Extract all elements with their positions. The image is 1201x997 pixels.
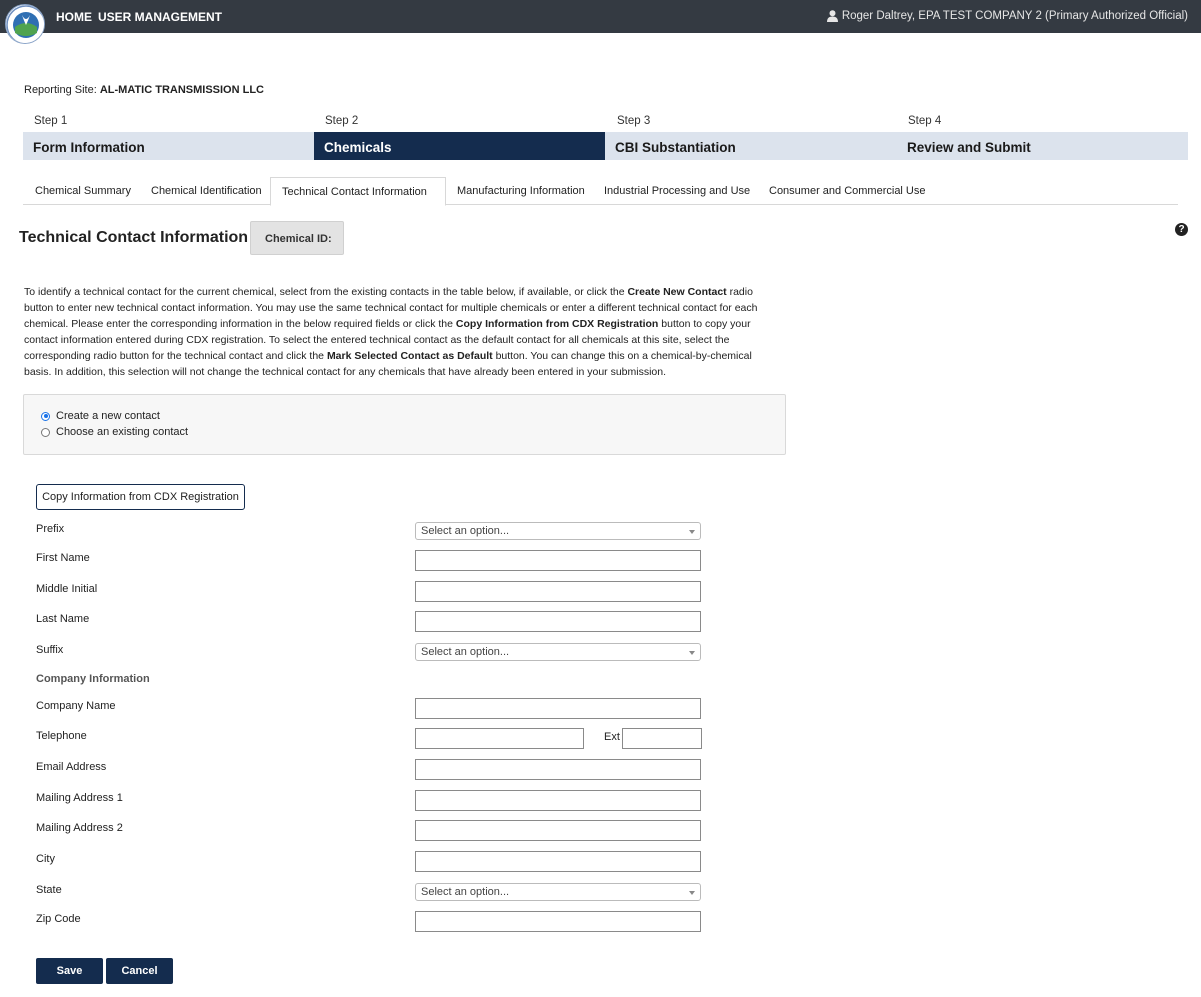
telephone-input[interactable] bbox=[415, 728, 584, 749]
step-cbi-substantiation[interactable]: CBI Substantiation bbox=[605, 132, 896, 160]
instructions-text: To identify a technical contact for the … bbox=[24, 284, 774, 381]
user-icon bbox=[826, 10, 838, 22]
step-chemicals[interactable]: Chemicals bbox=[314, 132, 605, 160]
company-information-heading: Company Information bbox=[36, 673, 150, 685]
ext-input[interactable] bbox=[622, 728, 702, 749]
user-info[interactable]: Roger Daltrey, EPA TEST COMPANY 2 (Prima… bbox=[826, 10, 1188, 22]
reporting-site-label: Reporting Site: bbox=[24, 84, 97, 96]
choose-existing-contact-label: Choose an existing contact bbox=[56, 426, 189, 438]
step-3-number: Step 3 bbox=[617, 115, 651, 127]
mailing-address-1-input[interactable] bbox=[415, 790, 701, 811]
zip-code-label: Zip Code bbox=[36, 913, 81, 925]
chemical-tabs: Chemical Summary Chemical Identification… bbox=[23, 177, 1178, 206]
tab-chemical-summary[interactable]: Chemical Summary bbox=[35, 177, 131, 205]
chevron-down-icon bbox=[689, 530, 695, 534]
last-name-input[interactable] bbox=[415, 611, 701, 632]
company-name-label: Company Name bbox=[36, 700, 116, 712]
city-label: City bbox=[36, 853, 55, 865]
nav-home-link[interactable]: HOME bbox=[56, 10, 92, 24]
middle-initial-input[interactable] bbox=[415, 581, 701, 602]
state-select-value: Select an option... bbox=[421, 886, 510, 898]
instructions-bold-copy-information: Copy Information from CDX Registration bbox=[455, 318, 659, 331]
epa-logo[interactable] bbox=[5, 4, 45, 44]
save-button[interactable]: Save bbox=[36, 958, 103, 984]
step-4-number: Step 4 bbox=[908, 115, 942, 127]
user-name: Roger Daltrey, EPA TEST COMPANY 2 (Prima… bbox=[841, 10, 1188, 22]
tab-technical-contact-information[interactable]: Technical Contact Information bbox=[270, 177, 446, 206]
chevron-down-icon bbox=[689, 891, 695, 895]
first-name-input[interactable] bbox=[415, 550, 701, 571]
suffix-select[interactable]: Select an option... bbox=[415, 643, 701, 661]
cancel-button[interactable]: Cancel bbox=[106, 958, 173, 984]
instructions-bold-create-new-contact: Create New Contact bbox=[627, 286, 727, 298]
choose-existing-contact-option[interactable]: Choose an existing contact bbox=[41, 426, 188, 438]
page-title: Technical Contact Information bbox=[19, 229, 249, 246]
nav-user-management-link[interactable]: USER MANAGEMENT bbox=[98, 10, 222, 24]
create-new-contact-radio[interactable] bbox=[41, 411, 50, 421]
create-new-contact-label: Create a new contact bbox=[56, 410, 160, 422]
step-2-number: Step 2 bbox=[325, 115, 359, 127]
top-nav-bar: HOME USER MANAGEMENT Roger Daltrey, EPA … bbox=[0, 0, 1201, 44]
copy-from-cdx-button[interactable]: Copy Information from CDX Registration bbox=[36, 484, 245, 510]
email-input[interactable] bbox=[415, 759, 701, 780]
telephone-label: Telephone bbox=[36, 730, 87, 742]
prefix-select[interactable]: Select an option... bbox=[415, 522, 701, 540]
zip-code-input[interactable] bbox=[415, 911, 701, 932]
tab-chemical-identification[interactable]: Chemical Identification bbox=[151, 177, 262, 205]
tab-industrial-processing-and-use[interactable]: Industrial Processing and Use bbox=[604, 177, 750, 205]
mailing-address-2-input[interactable] bbox=[415, 820, 701, 841]
instructions-part-1: To identify a technical contact for the … bbox=[24, 286, 628, 298]
reporting-site-value: AL-MATIC TRANSMISSION LLC bbox=[99, 84, 264, 96]
choose-existing-contact-radio[interactable] bbox=[41, 427, 50, 437]
suffix-label: Suffix bbox=[36, 644, 64, 656]
last-name-label: Last Name bbox=[36, 613, 90, 625]
instructions-bold-mark-default: Mark Selected Contact as Default bbox=[326, 350, 493, 363]
suffix-select-value: Select an option... bbox=[421, 646, 510, 658]
step-1-number: Step 1 bbox=[34, 115, 68, 127]
first-name-label: First Name bbox=[36, 552, 90, 564]
state-label: State bbox=[36, 884, 62, 896]
step-form-information[interactable]: Form Information bbox=[23, 132, 314, 160]
step-review-and-submit[interactable]: Review and Submit bbox=[896, 132, 1188, 160]
tab-manufacturing-information[interactable]: Manufacturing Information bbox=[457, 177, 585, 205]
chemical-id-badge: Chemical ID: bbox=[250, 221, 344, 255]
prefix-label: Prefix bbox=[36, 523, 65, 535]
email-label: Email Address bbox=[36, 761, 107, 773]
tab-consumer-and-commercial-use[interactable]: Consumer and Commercial Use bbox=[769, 177, 926, 205]
prefix-select-value: Select an option... bbox=[421, 525, 510, 537]
mailing-address-1-label: Mailing Address 1 bbox=[36, 792, 123, 804]
state-select[interactable]: Select an option... bbox=[415, 883, 701, 901]
help-icon[interactable]: ? bbox=[1175, 223, 1188, 236]
mailing-address-2-label: Mailing Address 2 bbox=[36, 822, 123, 834]
create-new-contact-option[interactable]: Create a new contact bbox=[41, 410, 160, 422]
reporting-site: Reporting Site: AL-MATIC TRANSMISSION LL… bbox=[24, 84, 264, 96]
middle-initial-label: Middle Initial bbox=[36, 583, 98, 595]
city-input[interactable] bbox=[415, 851, 701, 872]
contact-choice-panel: Create a new contact Choose an existing … bbox=[23, 394, 786, 455]
ext-label: Ext bbox=[604, 731, 620, 743]
company-name-input[interactable] bbox=[415, 698, 701, 719]
chevron-down-icon bbox=[689, 651, 695, 655]
